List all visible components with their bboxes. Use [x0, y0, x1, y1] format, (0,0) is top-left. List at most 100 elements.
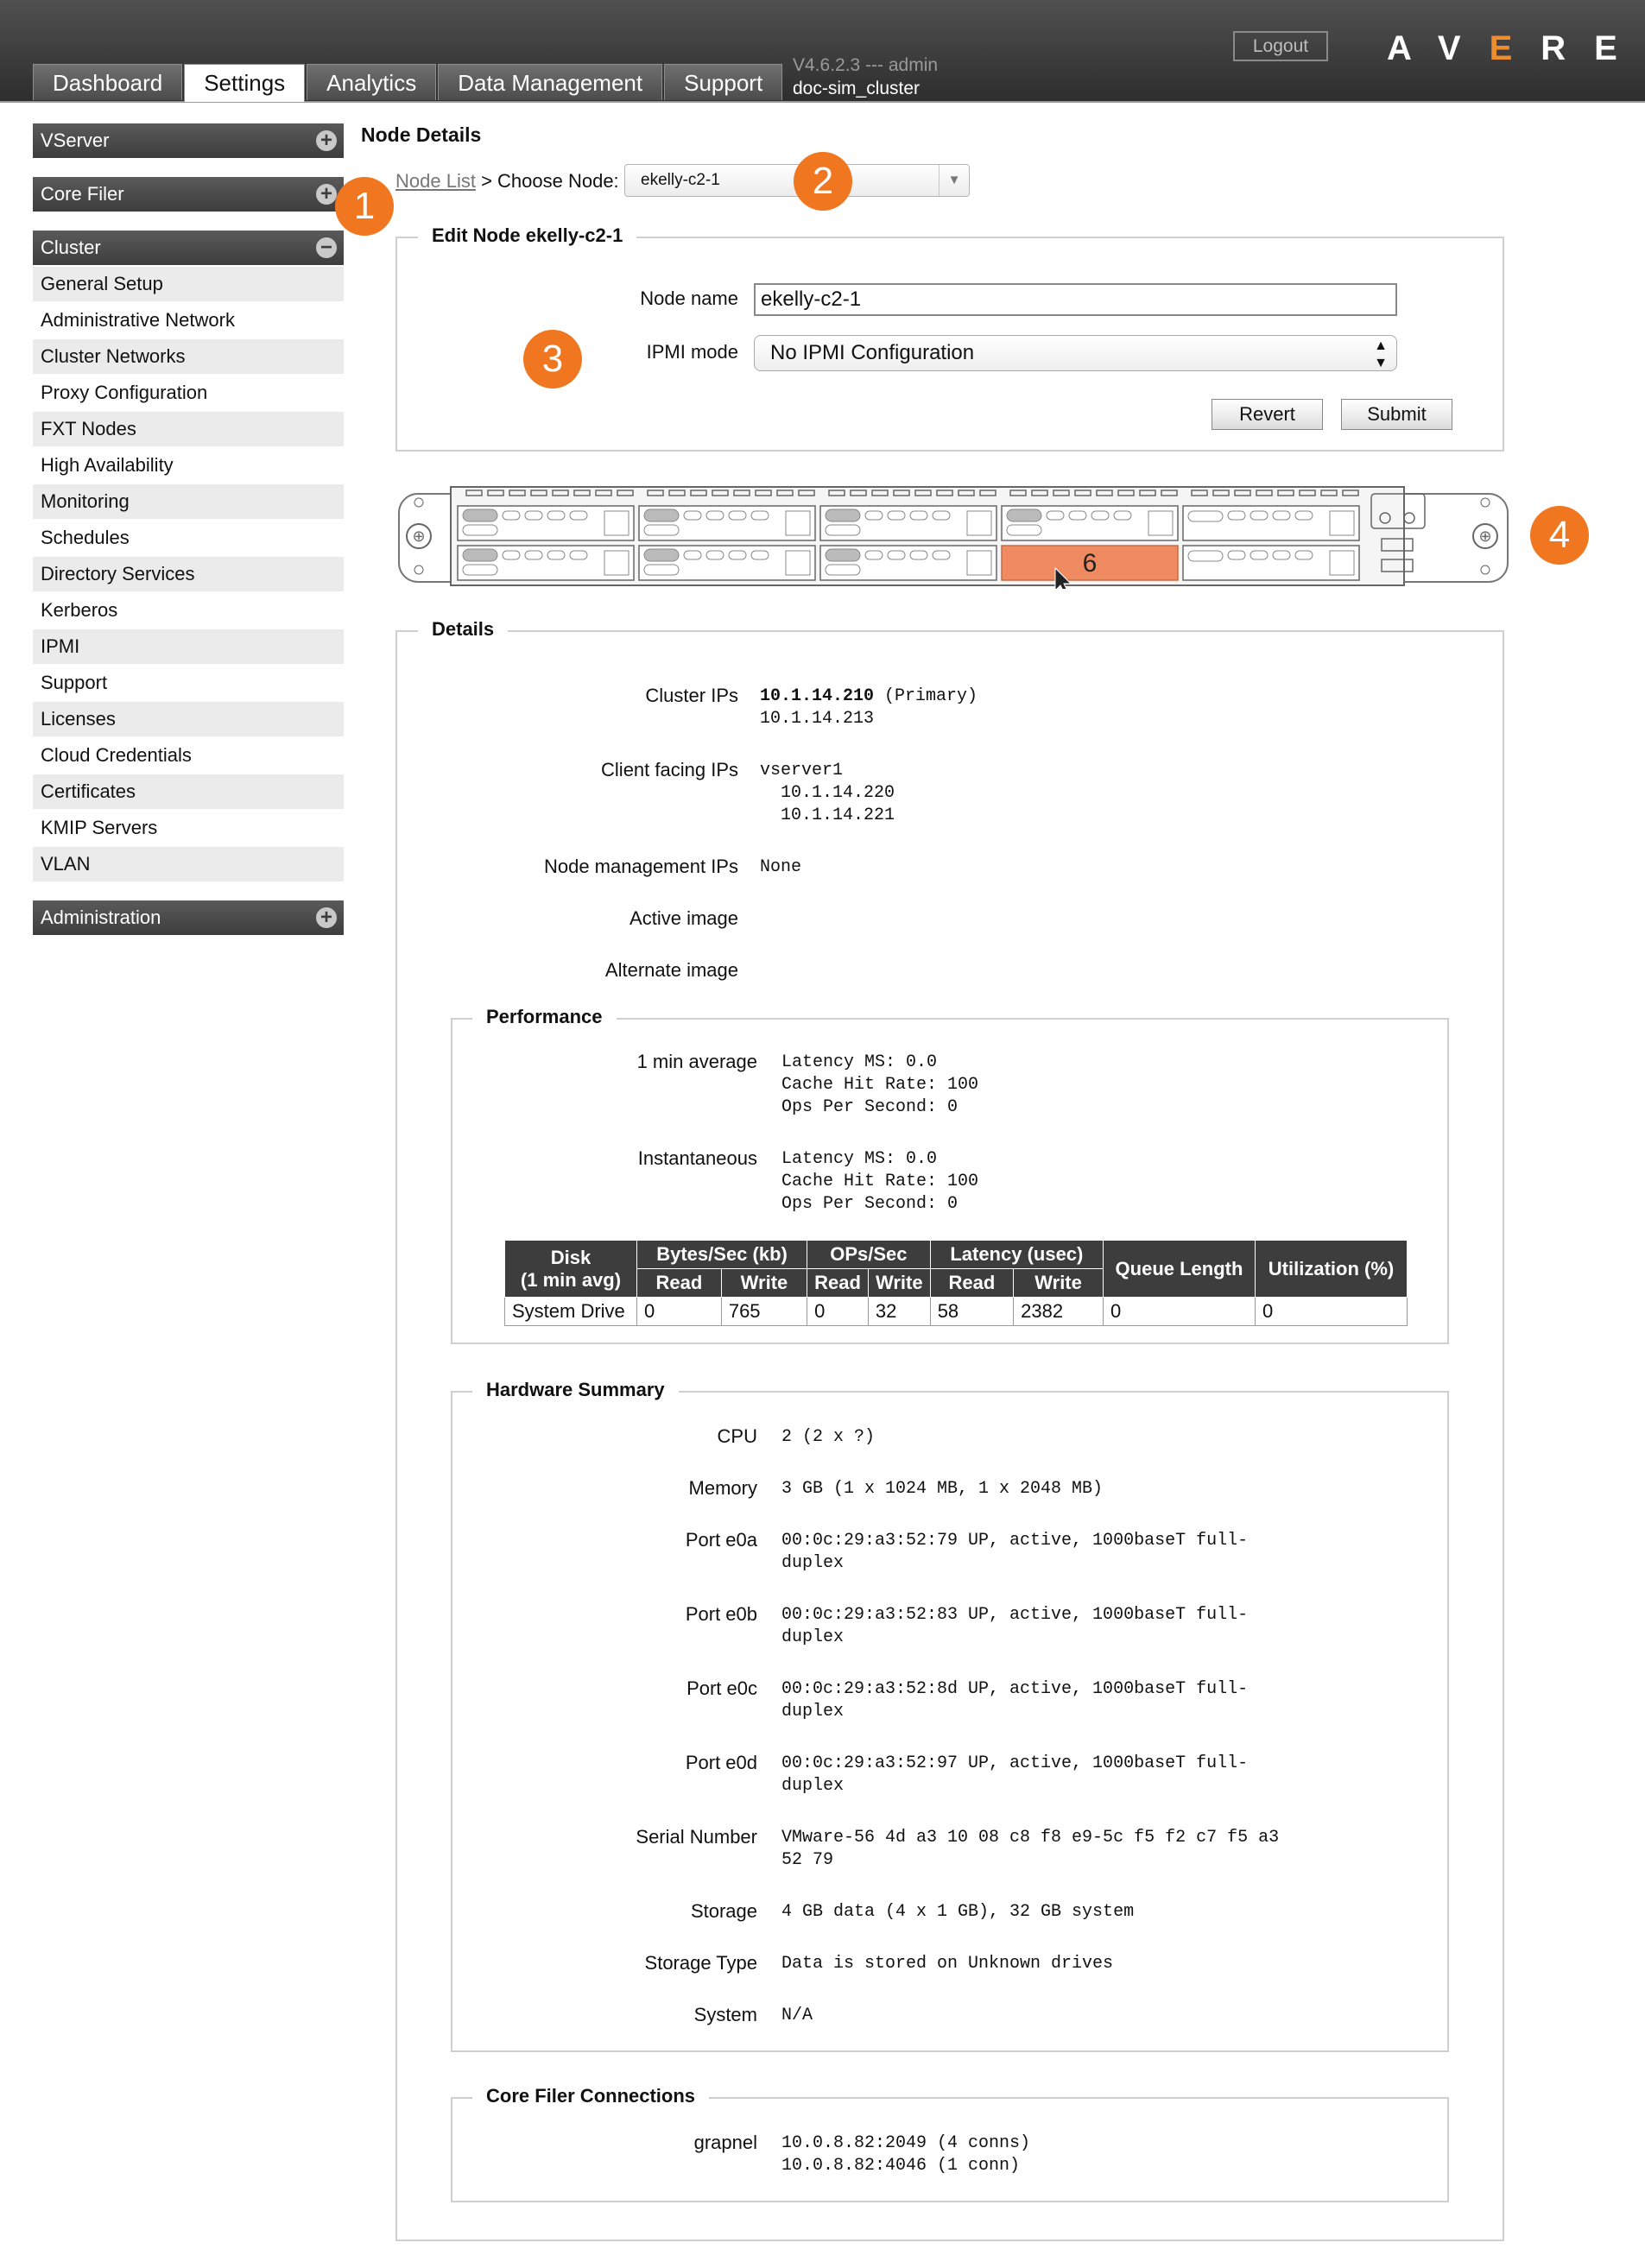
core-filer-connections-value: 10.0.8.82:2049 (4 conns) 10.0.8.82:4046 … — [781, 2133, 1031, 2176]
hw-value: VMware-56 4d a3 10 08 c8 f8 e9-5c f5 f2 … — [781, 1828, 1280, 1870]
col-write: Write — [867, 1268, 931, 1298]
alternate-image-label: Alternate image — [604, 959, 738, 981]
col-read: Read — [636, 1268, 722, 1298]
sidebar-item-certificates[interactable]: Certificates — [33, 774, 344, 809]
sidebar-item-support[interactable]: Support — [33, 666, 344, 700]
hw-value: Data is stored on Unknown drives — [781, 1954, 1114, 1974]
sidebar-item-kerberos[interactable]: Kerberos — [33, 593, 344, 628]
mgmt-ips-value: None — [760, 857, 802, 877]
collapse-icon[interactable]: − — [316, 237, 337, 258]
sidebar-item-cloud-credentials[interactable]: Cloud Credentials — [33, 738, 344, 773]
hw-value: 4 GB data (4 x 1 GB), 32 GB system — [781, 1902, 1135, 1922]
callout-badge: 2 — [794, 152, 852, 211]
cluster-ip-primary: 10.1.14.210 — [760, 686, 875, 706]
main-tabs: Dashboard Settings Analytics Data Manage… — [33, 64, 784, 102]
expand-icon[interactable]: + — [316, 907, 337, 928]
svg-text:⊕: ⊕ — [412, 528, 425, 545]
col-queue: Queue Length — [1103, 1240, 1256, 1298]
table-cell: 32 — [867, 1297, 931, 1326]
sidebar-item-fxt-nodes[interactable]: FXT Nodes — [33, 412, 344, 446]
expand-icon[interactable]: + — [316, 184, 337, 205]
sidebar-item-schedules[interactable]: Schedules — [33, 521, 344, 555]
hw-label: Storage Type — [644, 1952, 757, 1974]
sidebar-item-proxy-configuration[interactable]: Proxy Configuration — [33, 376, 344, 410]
client-ips-label: Client facing IPs — [601, 759, 738, 780]
instantaneous-label: Instantaneous — [637, 1147, 757, 1169]
callout-badge: 4 — [1530, 506, 1589, 565]
col-read: Read — [929, 1268, 1015, 1298]
ipmi-mode-value: No IPMI Configuration — [770, 341, 975, 364]
callout-badge: 3 — [523, 330, 582, 389]
select-arrows-icon: ▲ ▼ — [1374, 338, 1388, 370]
active-image-label: Active image — [630, 907, 738, 929]
node-name-input[interactable]: ekelly-c2-1 — [754, 283, 1397, 316]
col-write: Write — [720, 1268, 808, 1298]
disk-stats-table: Disk (1 min avg) Bytes/Sec (kb) OPs/Sec … — [504, 1240, 1408, 1326]
sidebar-section-label: Administration — [41, 907, 161, 928]
sidebar-item-ipmi[interactable]: IPMI — [33, 629, 344, 664]
table-cell: 0 — [807, 1297, 869, 1326]
table-cell: 765 — [720, 1297, 808, 1326]
hw-label: System — [693, 2004, 757, 2025]
instantaneous-value: Latency MS: 0.0 Cache Hit Rate: 100 Ops … — [781, 1149, 979, 1214]
ipmi-mode-label: IPMI mode — [646, 341, 738, 363]
hw-label: Port e0c — [686, 1677, 757, 1699]
col-latency: Latency (usec) — [929, 1240, 1104, 1269]
hw-value: 00:0c:29:a3:52:8d UP, active, 1000baseT … — [781, 1679, 1249, 1722]
sidebar-section-core-filer[interactable]: Core Filer + — [33, 177, 344, 212]
table-cell: System Drive — [504, 1297, 637, 1326]
avg-label: 1 min average — [636, 1051, 757, 1072]
sidebar-item-licenses[interactable]: Licenses — [33, 702, 344, 736]
sidebar-item-kmip-servers[interactable]: KMIP Servers — [33, 811, 344, 845]
hardware-summary-legend: Hardware Summary — [472, 1379, 679, 1401]
cluster-ip-secondary: 10.1.14.213 — [760, 709, 875, 729]
sidebar-item-general-setup[interactable]: General Setup — [33, 267, 344, 301]
core-filer-connections-legend: Core Filer Connections — [472, 2085, 710, 2107]
node-chassis-diagram[interactable]: ⊕ ⊕ 6 — [397, 485, 1511, 589]
choose-node-value: ekelly-c2-1 — [641, 171, 720, 189]
ipmi-mode-select[interactable]: No IPMI Configuration ▲ ▼ — [754, 335, 1397, 371]
sidebar-item-administrative-network[interactable]: Administrative Network — [33, 303, 344, 338]
col-bytes: Bytes/Sec (kb) — [636, 1240, 808, 1269]
logout-button[interactable]: Logout — [1233, 31, 1328, 61]
breadcrumb: Node List > Choose Node: — [395, 170, 619, 193]
svg-text:⊕: ⊕ — [1478, 528, 1491, 545]
tab-settings[interactable]: Settings — [184, 64, 306, 102]
tab-data-management[interactable]: Data Management — [438, 64, 663, 100]
drive-bay-selected[interactable]: 6 — [1001, 545, 1179, 581]
page-title: Node Details — [361, 123, 482, 146]
sidebar-item-directory-services[interactable]: Directory Services — [33, 557, 344, 591]
avere-logo: AVERE — [1387, 29, 1645, 67]
sidebar-item-high-availability[interactable]: High Availability — [33, 448, 344, 483]
drive-bay-number: 6 — [1083, 549, 1098, 578]
edit-node-legend: Edit Node ekelly-c2-1 — [418, 224, 637, 247]
col-write: Write — [1013, 1268, 1104, 1298]
sidebar-section-label: Core Filer — [41, 183, 124, 205]
mgmt-ips-label: Node management IPs — [543, 856, 738, 877]
callout-badge: 1 — [335, 177, 394, 236]
tab-support[interactable]: Support — [664, 64, 783, 100]
node-list-link[interactable]: Node List — [395, 170, 476, 192]
sidebar-item-cluster-networks[interactable]: Cluster Networks — [33, 339, 344, 374]
revert-button[interactable]: Revert — [1212, 399, 1323, 430]
sidebar-section-administration[interactable]: Administration + — [33, 900, 344, 935]
cluster-ip-primary-note: (Primary) — [874, 686, 978, 706]
sidebar-section-label: VServer — [41, 130, 110, 151]
col-read: Read — [807, 1268, 869, 1298]
hw-value: 00:0c:29:a3:52:79 UP, active, 1000baseT … — [781, 1531, 1249, 1573]
cluster-name: doc-sim_cluster — [793, 79, 921, 98]
sidebar-item-monitoring[interactable]: Monitoring — [33, 484, 344, 519]
tab-analytics[interactable]: Analytics — [307, 64, 437, 100]
cluster-ips-label: Cluster IPs — [645, 685, 738, 706]
hw-label: Port e0d — [685, 1752, 757, 1773]
submit-button[interactable]: Submit — [1341, 399, 1452, 430]
expand-icon[interactable]: + — [316, 130, 337, 151]
tab-dashboard[interactable]: Dashboard — [33, 64, 183, 100]
table-cell: 0 — [1103, 1297, 1256, 1326]
table-cell: 0 — [1255, 1297, 1408, 1326]
sidebar-item-vlan[interactable]: VLAN — [33, 847, 344, 881]
sidebar-section-cluster[interactable]: Cluster − — [33, 231, 344, 265]
details-legend: Details — [418, 618, 509, 641]
sidebar-section-vserver[interactable]: VServer + — [33, 123, 344, 158]
version-text: V4.6.2.3 --- admin — [793, 55, 939, 75]
